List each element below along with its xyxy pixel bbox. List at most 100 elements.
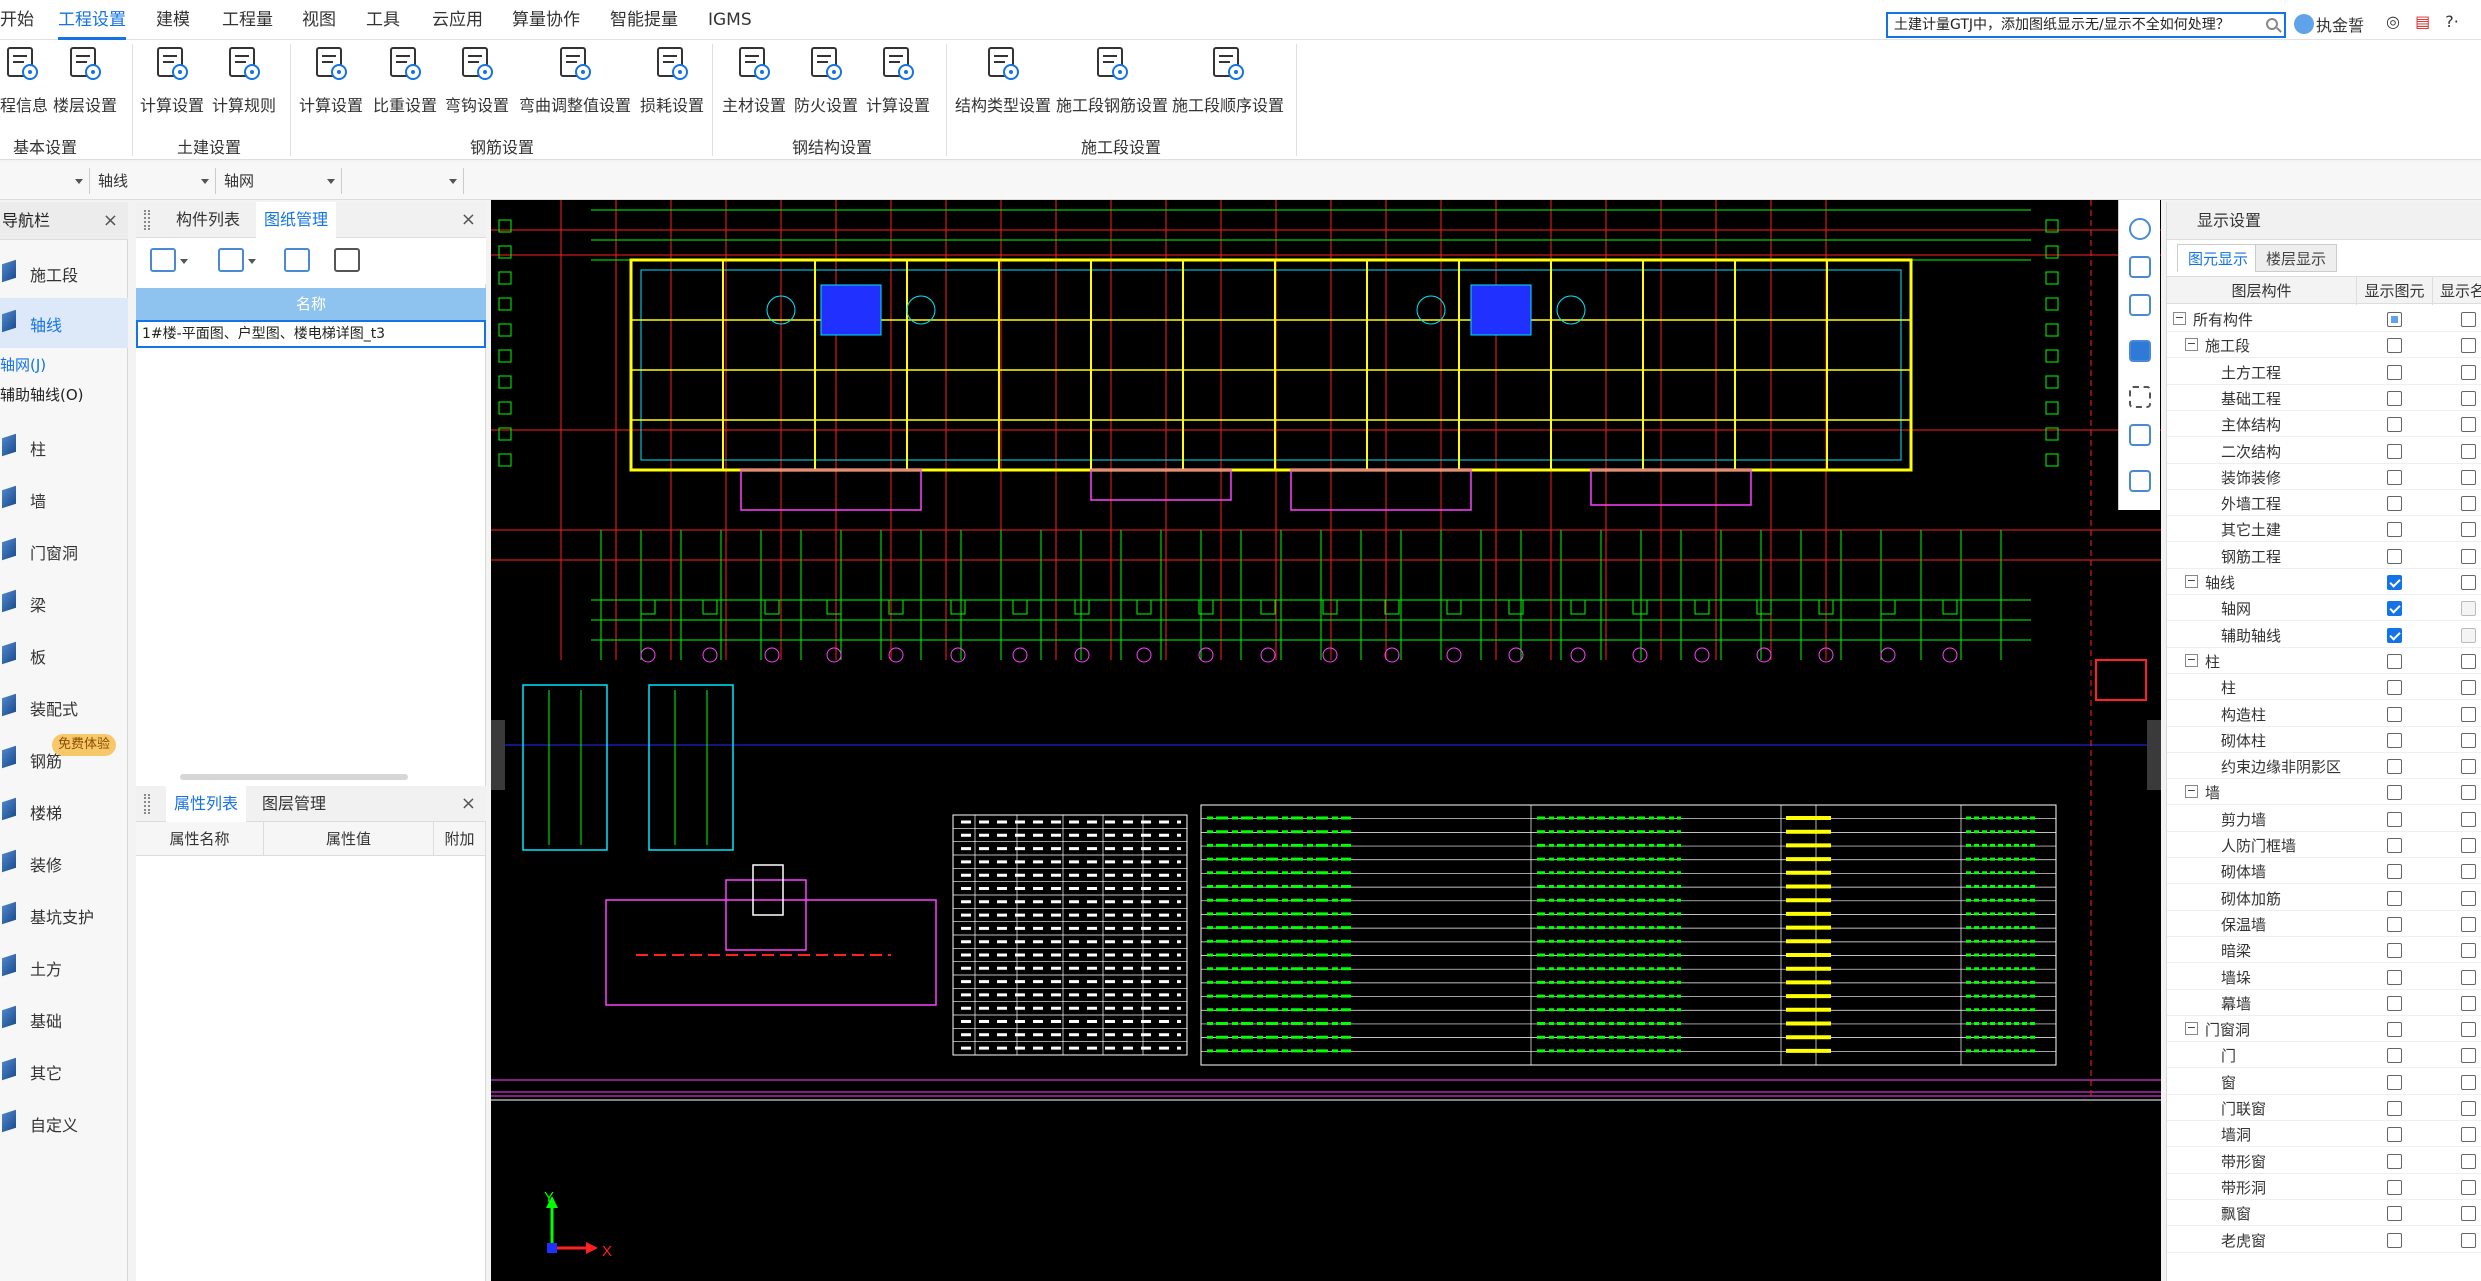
show-name-checkbox[interactable]: [2461, 1048, 2476, 1064]
show-element-checkbox[interactable]: [2387, 1232, 2402, 1248]
tree-row[interactable]: 轴网: [2167, 595, 2481, 622]
show-name-checkbox[interactable]: [2461, 706, 2476, 722]
show-name-checkbox[interactable]: [2461, 759, 2476, 775]
tree-row[interactable]: 二次结构: [2167, 438, 2481, 464]
show-name-checkbox[interactable]: [2461, 680, 2476, 696]
show-element-checkbox[interactable]: [2387, 1101, 2402, 1116]
tree-row[interactable]: 暗梁: [2167, 937, 2481, 964]
nav-item-7[interactable]: 装配式: [0, 682, 128, 732]
show-element-checkbox[interactable]: [2387, 943, 2402, 959]
show-element-checkbox[interactable]: [2387, 1022, 2402, 1038]
show-element-checkbox[interactable]: [2387, 1153, 2402, 1169]
steel-calc-settings-button[interactable]: 计算设置: [864, 40, 932, 130]
menu-item-7[interactable]: 算量协作: [512, 0, 580, 40]
tree-row[interactable]: 辅助轴线: [2167, 622, 2481, 648]
show-name-checkbox[interactable]: [2461, 312, 2476, 327]
cube-icon[interactable]: [2129, 340, 2151, 362]
show-element-checkbox[interactable]: [2387, 706, 2402, 722]
close-icon[interactable]: ×: [461, 202, 476, 238]
tree-row[interactable]: 基础工程: [2167, 385, 2481, 411]
show-element-checkbox[interactable]: [2387, 1206, 2402, 1222]
delete-icon[interactable]: [334, 248, 360, 272]
fireproof-button[interactable]: 防火设置: [794, 40, 858, 130]
nav-item-4[interactable]: 门窗洞: [0, 526, 128, 576]
show-element-checkbox[interactable]: [2387, 890, 2402, 906]
tree-row[interactable]: 约束边缘非阴影区: [2167, 753, 2481, 780]
nav-item-6[interactable]: 板: [0, 630, 128, 680]
box-view-icon[interactable]: [2129, 294, 2151, 316]
show-element-checkbox[interactable]: [2387, 496, 2402, 512]
show-element-checkbox[interactable]: [2387, 811, 2402, 827]
show-name-checkbox[interactable]: [2461, 338, 2476, 354]
free-trial-badge[interactable]: 免费体验: [52, 734, 117, 756]
show-element-checkbox[interactable]: [2387, 1048, 2402, 1064]
menu-item-8[interactable]: 智能提量: [610, 0, 678, 40]
menu-item-1[interactable]: 工程设置: [58, 0, 126, 40]
show-name-checkbox[interactable]: [2461, 496, 2476, 512]
structure-type-button[interactable]: 结构类型设置: [954, 40, 1052, 130]
menu-item-3[interactable]: 工程量: [222, 0, 273, 40]
cad-drawing[interactable]: [491, 200, 2161, 1281]
menu-item-4[interactable]: 视图: [302, 0, 336, 40]
app-icon[interactable]: ▤: [2415, 12, 2430, 31]
loss-settings-button[interactable]: 损耗设置: [640, 40, 704, 130]
show-name-checkbox[interactable]: [2461, 443, 2476, 459]
horizontal-scrollbar[interactable]: [180, 774, 408, 780]
show-element-checkbox[interactable]: [2387, 759, 2402, 775]
show-element-checkbox[interactable]: [2387, 338, 2402, 354]
show-name-checkbox[interactable]: [2461, 943, 2476, 959]
show-element-checkbox[interactable]: [2387, 312, 2402, 327]
show-name-checkbox[interactable]: [2461, 364, 2476, 380]
nav-subitem-0[interactable]: 轴网(J): [0, 354, 46, 375]
show-element-checkbox[interactable]: [2387, 443, 2402, 459]
tree-row[interactable]: 其它土建: [2167, 516, 2481, 543]
show-element-checkbox[interactable]: [2387, 864, 2402, 880]
close-icon[interactable]: ×: [103, 202, 118, 240]
tab-element-display[interactable]: 图元显示: [2177, 244, 2260, 272]
nav-item-2[interactable]: 柱: [0, 422, 128, 472]
fit-view-icon[interactable]: [2129, 386, 2151, 408]
close-icon[interactable]: ×: [461, 786, 476, 822]
show-name-checkbox[interactable]: [2461, 1179, 2476, 1195]
show-element-checkbox[interactable]: [2387, 364, 2402, 380]
show-name-checkbox[interactable]: [2461, 1022, 2476, 1038]
collapse-handle[interactable]: [491, 720, 505, 790]
tree-row[interactable]: 幕墙: [2167, 990, 2481, 1016]
bend-adjust-button[interactable]: 弯曲调整值设置: [516, 40, 634, 130]
show-name-checkbox[interactable]: [2461, 653, 2476, 669]
show-element-checkbox[interactable]: [2387, 680, 2402, 696]
show-name-checkbox[interactable]: [2461, 417, 2476, 433]
menu-item-9[interactable]: IGMS: [708, 0, 752, 40]
show-name-checkbox[interactable]: [2461, 390, 2476, 406]
show-element-checkbox[interactable]: [2387, 916, 2402, 932]
nav-item-15[interactable]: 自定义: [0, 1098, 128, 1148]
tree-row[interactable]: 飘窗: [2167, 1200, 2481, 1227]
show-element-checkbox[interactable]: [2387, 995, 2402, 1011]
show-element-checkbox[interactable]: [2387, 627, 2402, 643]
menu-item-2[interactable]: 建模: [156, 0, 190, 40]
help-icon[interactable]: ?·: [2445, 12, 2459, 31]
collapse-icon[interactable]: −: [2185, 338, 2198, 352]
collapse-handle[interactable]: [2147, 720, 2161, 790]
tree-row[interactable]: − 门窗洞: [2167, 1016, 2481, 1043]
show-name-checkbox[interactable]: [2461, 916, 2476, 932]
tree-row[interactable]: 土方工程: [2167, 359, 2481, 385]
selector-dropdown-3[interactable]: [344, 168, 464, 194]
show-name-checkbox[interactable]: [2461, 1074, 2476, 1090]
tree-row[interactable]: 砌体加筋: [2167, 885, 2481, 911]
show-element-checkbox[interactable]: [2387, 522, 2402, 538]
search-icon[interactable]: [2266, 18, 2278, 30]
selector-dropdown-1[interactable]: 轴线: [92, 168, 216, 194]
show-element-checkbox[interactable]: [2387, 390, 2402, 406]
show-name-checkbox[interactable]: [2461, 1206, 2476, 1222]
show-name-checkbox[interactable]: [2461, 969, 2476, 985]
show-name-checkbox[interactable]: [2461, 1153, 2476, 1169]
nav-item-13[interactable]: 基础: [0, 994, 128, 1044]
search-input[interactable]: 土建计量GTJ中，添加图纸显示无/显示不全如何处理？: [1886, 12, 2286, 38]
menu-item-0[interactable]: 开始: [0, 0, 34, 40]
tree-row[interactable]: 外墙工程: [2167, 490, 2481, 517]
main-material-button[interactable]: 主材设置: [720, 40, 788, 130]
tree-row[interactable]: 保温墙: [2167, 911, 2481, 937]
tree-row[interactable]: − 所有构件: [2167, 306, 2481, 332]
search-text[interactable]: 土建计量GTJ中，添加图纸显示无/显示不全如何处理？: [1894, 17, 2230, 33]
